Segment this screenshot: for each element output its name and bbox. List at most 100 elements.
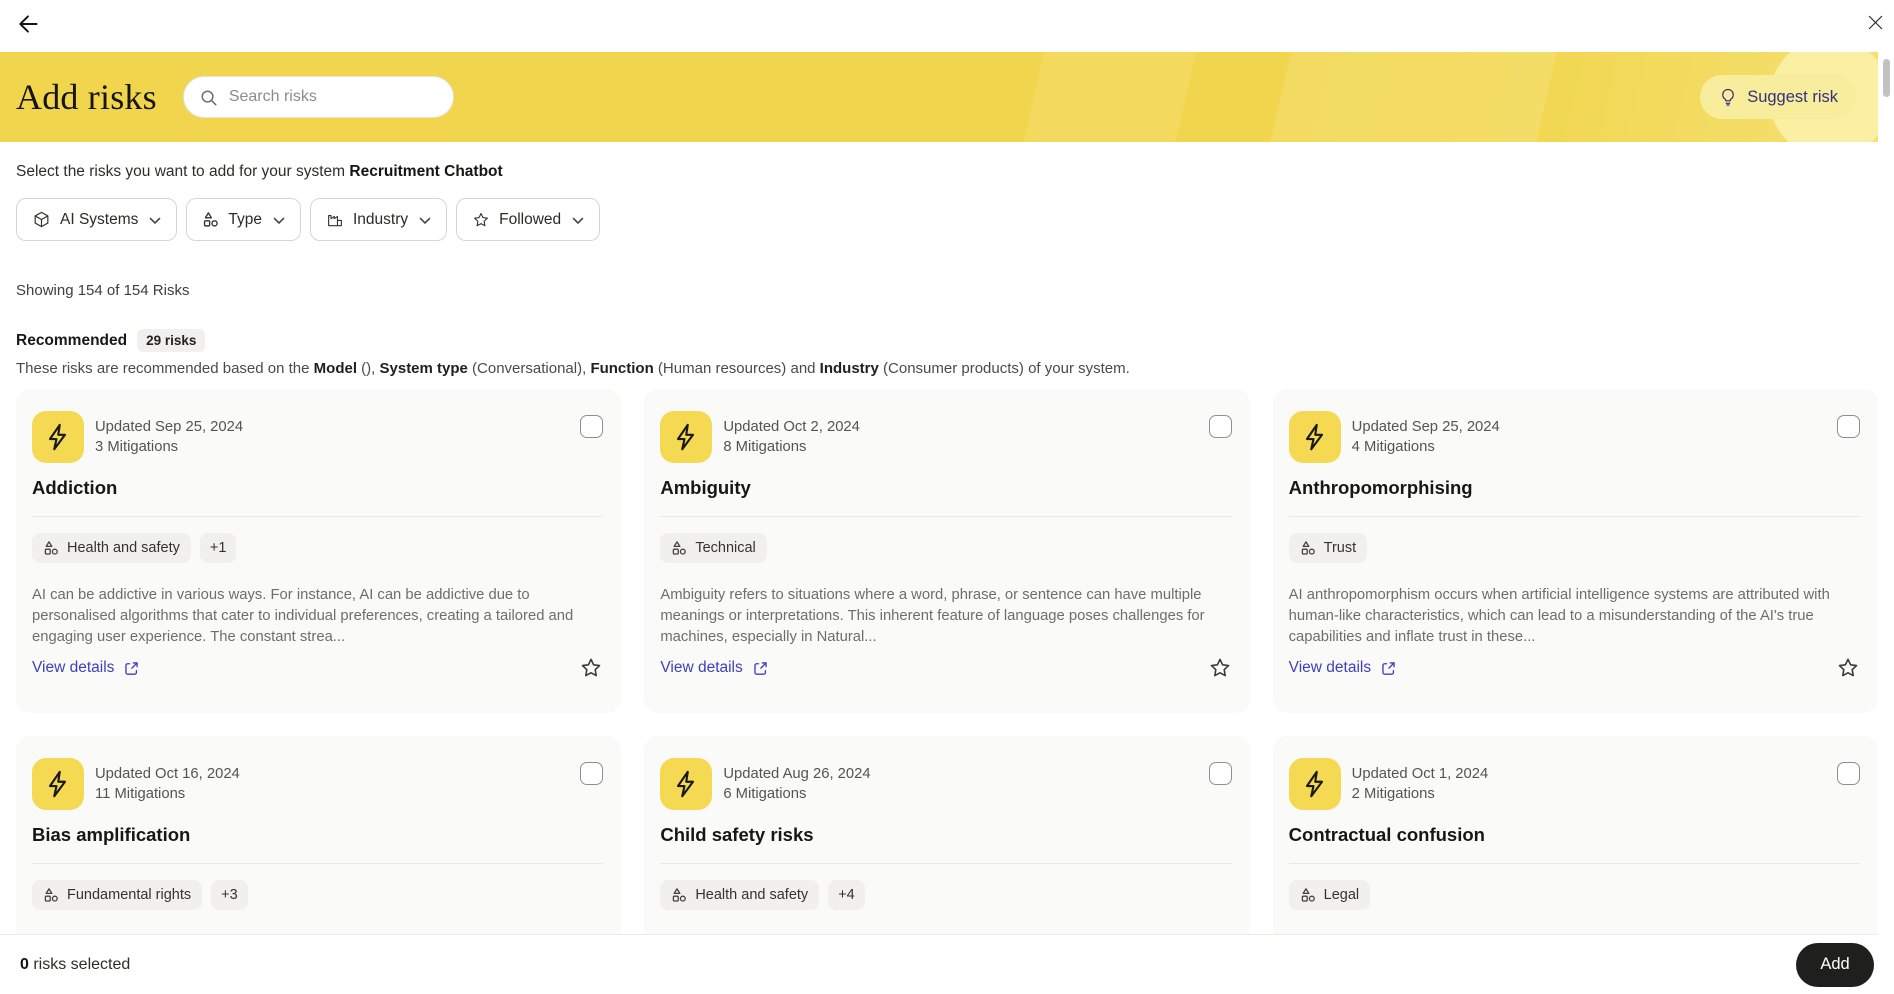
updated-date: Updated Sep 25, 2024 xyxy=(95,419,243,435)
updated-date: Updated Oct 1, 2024 xyxy=(1352,766,1489,782)
favorite-star-icon[interactable] xyxy=(1208,656,1232,680)
risk-description: AI anthropomorphism occurs when artifici… xyxy=(1289,585,1860,648)
filter-followed[interactable]: Followed xyxy=(456,198,600,241)
favorite-star-icon[interactable] xyxy=(1836,656,1860,680)
view-details-link[interactable]: View details xyxy=(32,659,141,678)
card-header: Updated Oct 2, 2024 8 Mitigations xyxy=(660,411,1231,463)
top-bar xyxy=(0,0,1894,52)
subtitle: Select the risks you want to add for you… xyxy=(16,163,1878,181)
tag-chip: Health and safety xyxy=(660,880,819,910)
scrollbar-thumb[interactable] xyxy=(1883,59,1890,97)
tag-overflow-chip: +3 xyxy=(211,880,248,910)
card-meta: Updated Sep 25, 2024 3 Mitigations xyxy=(95,411,243,463)
tag-list: Health and safety +1 xyxy=(32,533,603,563)
view-details-label: View details xyxy=(1289,659,1371,677)
tag-list: Health and safety+4 xyxy=(660,880,1231,910)
risk-checkbox[interactable] xyxy=(580,415,603,438)
risk-checkbox[interactable] xyxy=(1837,415,1860,438)
shapes-icon xyxy=(1300,540,1316,556)
hero-header: Add risks Suggest risk xyxy=(0,52,1878,142)
risk-checkbox[interactable] xyxy=(1209,762,1232,785)
add-button[interactable]: Add xyxy=(1796,943,1874,987)
favorite-star-icon[interactable] xyxy=(579,656,603,680)
lightning-bolt-icon xyxy=(660,411,712,463)
tag-chip: Fundamental rights xyxy=(32,880,202,910)
tag-chip: Health and safety xyxy=(32,533,191,563)
risk-checkbox[interactable] xyxy=(580,762,603,785)
card-divider xyxy=(1289,863,1860,864)
subtitle-text: Select the risks you want to add for you… xyxy=(16,163,349,180)
tag-chip: Technical xyxy=(660,533,766,563)
search-box[interactable] xyxy=(183,76,454,118)
card-meta: Updated Oct 1, 2024 2 Mitigations xyxy=(1352,758,1489,810)
selected-count: 0 xyxy=(20,956,29,973)
section-header: Recommended 29 risks xyxy=(16,329,1878,352)
page-title: Add risks xyxy=(16,76,157,118)
content: Select the risks you want to add for you… xyxy=(0,163,1894,994)
card-header: Updated Oct 16, 2024 11 Mitigations xyxy=(32,758,603,810)
updated-date: Updated Aug 26, 2024 xyxy=(723,766,870,782)
tag-list: Fundamental rights +3 xyxy=(32,880,603,910)
tag-list: Technical xyxy=(660,533,1231,563)
filter-ai-systems[interactable]: AI Systems xyxy=(16,198,177,241)
card-meta: Updated Sep 25, 2024 4 Mitigations xyxy=(1352,411,1500,463)
lightbulb-icon xyxy=(1718,87,1738,107)
tag-overflow-chip: +1 xyxy=(200,533,237,563)
risk-checkbox[interactable] xyxy=(1837,762,1860,785)
results-summary: Showing 154 of 154 Risks xyxy=(16,282,1878,299)
chevron-down-icon xyxy=(419,212,431,230)
filter-type[interactable]: Type xyxy=(186,198,301,241)
mitigations-count: 3 Mitigations xyxy=(95,439,243,455)
risk-card-grid: Updated Sep 25, 2024 3 Mitigations Addic… xyxy=(16,389,1878,994)
risk-title: Bias amplification xyxy=(32,824,603,846)
filter-industry[interactable]: Industry xyxy=(310,198,447,241)
risk-checkbox[interactable] xyxy=(1209,415,1232,438)
shapes-icon xyxy=(671,540,687,556)
card-meta: Updated Oct 16, 2024 11 Mitigations xyxy=(95,758,240,810)
risk-card: Updated Sep 25, 2024 3 Mitigations Addic… xyxy=(16,389,621,713)
search-icon xyxy=(199,88,218,107)
risk-description: AI can be addictive in various ways. For… xyxy=(32,585,603,648)
risk-title: Anthropomorphising xyxy=(1289,477,1860,499)
mitigations-count: 2 Mitigations xyxy=(1352,786,1489,802)
search-input[interactable] xyxy=(227,87,438,107)
tag-label: Health and safety xyxy=(695,887,808,903)
view-details-label: View details xyxy=(660,659,742,677)
selected-count-text: 0 risks selected xyxy=(20,956,130,974)
card-meta: Updated Aug 26, 2024 6 Mitigations xyxy=(723,758,870,810)
card-divider xyxy=(32,863,603,864)
view-details-link[interactable]: View details xyxy=(1289,659,1398,678)
shapes-icon xyxy=(671,887,687,903)
external-link-icon xyxy=(122,659,141,678)
selected-label: risks selected xyxy=(29,956,130,973)
filter-label: Industry xyxy=(353,211,408,229)
tag-list: Trust xyxy=(1289,533,1860,563)
back-button[interactable] xyxy=(12,8,46,42)
shapes-icon xyxy=(43,887,59,903)
view-details-link[interactable]: View details xyxy=(660,659,769,678)
tag-label: Legal xyxy=(1324,887,1359,903)
chevron-down-icon xyxy=(273,212,285,230)
filter-bar: AI Systems Type Industry xyxy=(16,198,1878,241)
updated-date: Updated Sep 25, 2024 xyxy=(1352,419,1500,435)
view-details-label: View details xyxy=(32,659,114,677)
chevron-down-icon xyxy=(572,212,584,230)
card-header: Updated Aug 26, 2024 6 Mitigations xyxy=(660,758,1231,810)
close-button[interactable] xyxy=(1860,9,1890,39)
filter-label: AI Systems xyxy=(60,211,138,229)
tag-label: Fundamental rights xyxy=(67,887,191,903)
cube-icon xyxy=(32,210,51,229)
section-count-badge: 29 risks xyxy=(137,329,205,352)
tag-chip: Trust xyxy=(1289,533,1368,563)
lightning-bolt-icon xyxy=(1289,411,1341,463)
lightning-bolt-icon xyxy=(1289,758,1341,810)
card-divider xyxy=(660,516,1231,517)
risk-card: Updated Oct 2, 2024 8 Mitigations Ambigu… xyxy=(644,389,1249,713)
updated-date: Updated Oct 16, 2024 xyxy=(95,766,240,782)
card-divider xyxy=(660,863,1231,864)
arrow-left-icon xyxy=(16,11,42,40)
suggest-risk-button[interactable]: Suggest risk xyxy=(1700,75,1856,119)
card-header: Updated Sep 25, 2024 4 Mitigations xyxy=(1289,411,1860,463)
scrollbar-track[interactable] xyxy=(1878,52,1894,994)
tag-label: Health and safety xyxy=(67,540,180,556)
